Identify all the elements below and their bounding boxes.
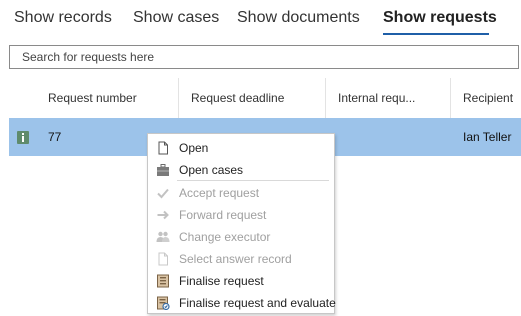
menu-item-label: Change executor bbox=[179, 230, 271, 244]
column-header-internal-request[interactable]: Internal requ... bbox=[338, 78, 446, 118]
menu-item-select-answer-record[interactable]: Select answer record bbox=[148, 248, 334, 270]
cell-recipient: Ian Teller bbox=[463, 130, 512, 144]
menu-item-label: Finalise request bbox=[179, 274, 264, 288]
menu-item-open-cases[interactable]: Open cases bbox=[148, 159, 334, 181]
column-header-request-number[interactable]: Request number bbox=[48, 78, 173, 118]
archive-evaluate-icon bbox=[157, 296, 170, 310]
menu-item-finalise-request-and-evaluate[interactable]: Finalise request and evaluate bbox=[148, 292, 336, 314]
column-divider[interactable] bbox=[325, 78, 326, 118]
menu-item-change-executor[interactable]: Change executor bbox=[148, 226, 334, 248]
context-menu: Open Open cases Accept request Forward r… bbox=[147, 133, 336, 314]
menu-item-finalise-request[interactable]: Finalise request bbox=[148, 270, 334, 292]
column-divider[interactable] bbox=[178, 78, 179, 118]
info-icon bbox=[17, 131, 29, 144]
tab-show-cases[interactable]: Show cases bbox=[133, 9, 219, 27]
menu-item-forward-request[interactable]: Forward request bbox=[148, 204, 334, 226]
menu-separator bbox=[177, 180, 329, 181]
column-divider[interactable] bbox=[450, 78, 451, 118]
check-icon bbox=[157, 188, 169, 199]
menu-item-label: Open cases bbox=[179, 163, 244, 177]
archive-icon bbox=[157, 274, 169, 288]
grid-header: Request number Request deadline Internal… bbox=[0, 78, 521, 118]
menu-item-open[interactable]: Open bbox=[148, 137, 334, 159]
cell-request-number: 77 bbox=[48, 130, 62, 144]
search-box bbox=[9, 45, 519, 69]
tab-bar: Show records Show cases Show documents S… bbox=[0, 0, 521, 40]
menu-item-label: Accept request bbox=[179, 186, 260, 200]
menu-item-accept-request[interactable]: Accept request bbox=[148, 182, 334, 204]
tab-show-documents[interactable]: Show documents bbox=[237, 9, 360, 27]
column-header-recipient[interactable]: Recipient bbox=[463, 78, 521, 118]
tab-show-records[interactable]: Show records bbox=[14, 9, 112, 27]
arrow-right-icon bbox=[157, 210, 169, 220]
column-header-request-deadline[interactable]: Request deadline bbox=[191, 78, 321, 118]
menu-item-label: Open bbox=[179, 141, 209, 155]
menu-item-label: Select answer record bbox=[179, 252, 292, 266]
briefcase-icon bbox=[157, 164, 169, 176]
users-icon bbox=[156, 231, 170, 242]
document-icon bbox=[158, 252, 168, 266]
menu-item-label: Finalise request and evaluate bbox=[179, 296, 336, 310]
tab-show-requests[interactable]: Show requests bbox=[383, 9, 497, 27]
active-tab-indicator bbox=[383, 33, 489, 35]
document-icon bbox=[158, 141, 168, 155]
menu-item-label: Forward request bbox=[179, 208, 267, 222]
search-input[interactable] bbox=[10, 46, 518, 68]
